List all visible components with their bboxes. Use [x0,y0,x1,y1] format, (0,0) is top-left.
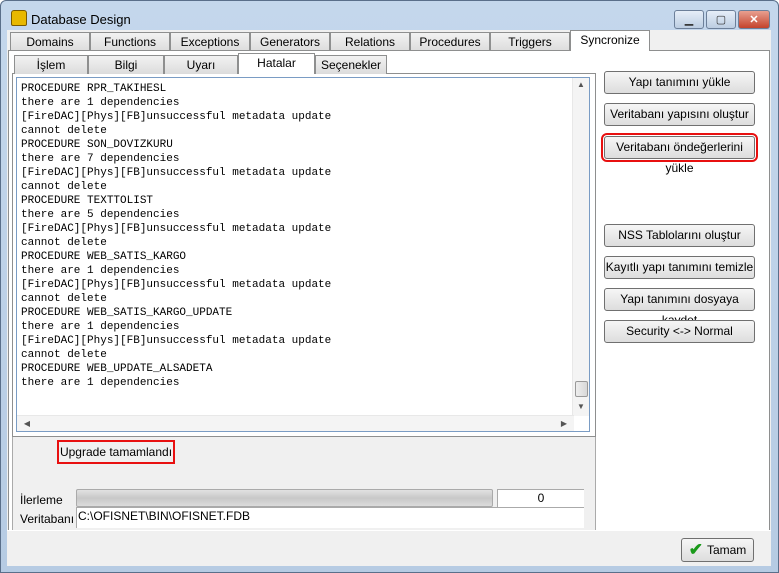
log-line: cannot delete [21,293,107,305]
progress-bar [76,489,493,507]
window-title: Database Design [31,12,131,27]
tab-syncronize[interactable]: Syncronize [570,30,650,51]
log-line: [FireDAC][Phys][FB]unsuccessful metadata… [21,279,332,291]
action-button-6[interactable]: Security <-> Normal [604,320,755,343]
action-button-4[interactable]: Kayıtlı yapı tanımını temizle [604,256,755,279]
log-line: [FireDAC][Phys][FB]unsuccessful metadata… [21,111,332,123]
checkmark-icon: ✔ [688,540,703,559]
ok-button[interactable]: ✔ Tamam [681,538,754,562]
log-line: there are 5 dependencies [21,209,180,221]
sub-tab-3[interactable]: Hatalar [238,53,315,74]
bottom-bar [7,530,771,566]
action-button-0[interactable]: Yapı tanımını yükle [604,71,755,94]
log-line: PROCEDURE TEXTTOLIST [21,195,154,207]
log-line: there are 1 dependencies [21,265,180,277]
log-line: PROCEDURE RPR_TAKIHESL [21,83,167,95]
log-line: cannot delete [21,237,107,249]
progress-label: İlerleme [20,493,63,507]
sub-tab-1[interactable]: Bilgi [88,55,164,74]
tab-generators[interactable]: Generators [250,32,330,51]
log-line: PROCEDURE SON_DOVIZKURU [21,139,173,151]
tab-relations[interactable]: Relations [330,32,410,51]
log-line: PROCEDURE WEB_UPDATE_ALSADETA [21,363,213,375]
error-log[interactable]: PROCEDURE RPR_TAKIHESLthere are 1 depend… [16,77,590,432]
app-lock-icon [11,10,27,26]
database-path-field[interactable]: C:\OFISNET\BIN\OFISNET.FDB [76,507,584,528]
log-line: cannot delete [21,349,107,361]
scroll-left-icon[interactable]: ◀ [19,419,35,428]
status-message: Upgrade tamamlandı [57,440,175,464]
scroll-right-icon[interactable]: ▶ [556,419,572,428]
log-line: [FireDAC][Phys][FB]unsuccessful metadata… [21,167,332,179]
action-button-3[interactable]: NSS Tablolarını oluştur [604,224,755,247]
tab-functions[interactable]: Functions [90,32,170,51]
log-line: there are 7 dependencies [21,153,180,165]
log-line: cannot delete [21,125,107,137]
sub-tab-4[interactable]: Seçenekler [315,55,387,74]
database-label: Veritabanı [20,512,75,526]
log-line: there are 1 dependencies [21,97,180,109]
log-line: there are 1 dependencies [21,321,180,333]
sub-tab-2[interactable]: Uyarı [164,55,238,74]
action-button-5[interactable]: Yapı tanımını dosyaya kaydet [604,288,755,327]
minimize-button[interactable]: ▁ [674,10,704,29]
log-line: cannot delete [21,181,107,193]
action-button-2[interactable]: Veritabanı öndeğerlerini yükle [601,133,758,175]
close-button[interactable]: ✕ [738,10,770,29]
tab-exceptions[interactable]: Exceptions [170,32,250,51]
log-line: [FireDAC][Phys][FB]unsuccessful metadata… [21,335,332,347]
log-line: PROCEDURE WEB_SATIS_KARGO [21,251,187,263]
scroll-thumb[interactable] [575,381,588,397]
action-button-1[interactable]: Veritabanı yapısını oluştur [604,103,755,126]
log-line: PROCEDURE WEB_SATIS_KARGO_UPDATE [21,307,233,319]
sub-tab-0[interactable]: İşlem [14,55,88,74]
scroll-down-icon[interactable]: ▼ [573,402,589,411]
horizontal-scrollbar[interactable]: ◀ ▶ [17,415,574,431]
log-text: PROCEDURE RPR_TAKIHESLthere are 1 depend… [21,82,331,390]
log-line: there are 1 dependencies [21,377,180,389]
progress-value: 0 [497,489,584,507]
tab-procedures[interactable]: Procedures [410,32,490,51]
tab-domains[interactable]: Domains [10,32,90,51]
maximize-button[interactable]: ▢ [706,10,736,29]
ok-button-label: Tamam [706,543,747,557]
log-line: [FireDAC][Phys][FB]unsuccessful metadata… [21,223,332,235]
scroll-up-icon[interactable]: ▲ [573,80,589,89]
vertical-scrollbar[interactable]: ▲ ▼ [572,78,589,416]
tab-triggers[interactable]: Triggers [490,32,570,51]
